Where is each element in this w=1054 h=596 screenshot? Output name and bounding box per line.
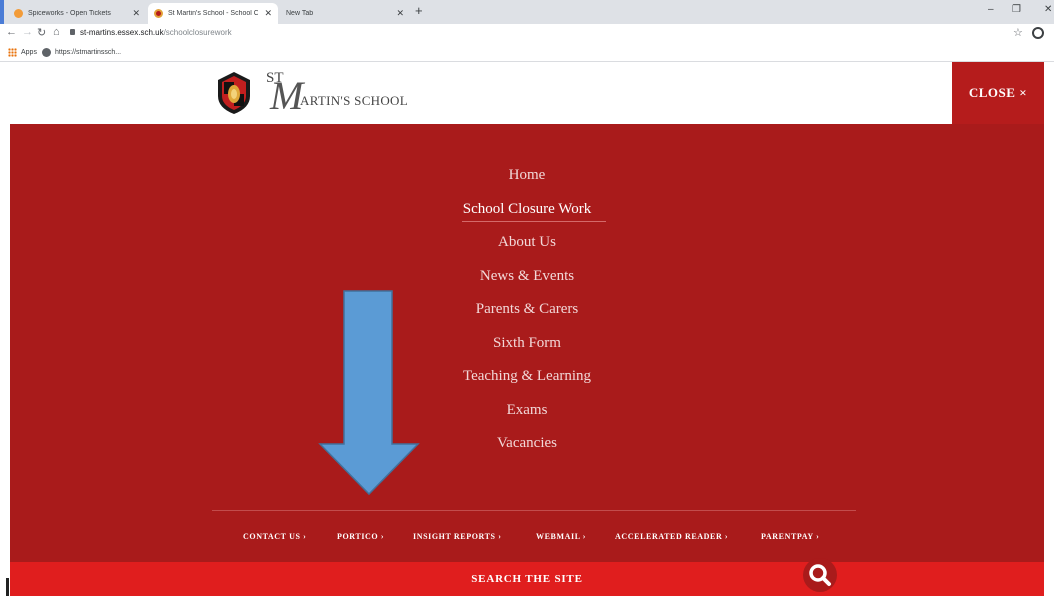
footer-link-contact-us[interactable]: CONTACT US › bbox=[243, 532, 306, 541]
minimize-button[interactable]: – bbox=[988, 4, 994, 15]
nav-menu-overlay: Home School Closure Work About Us News &… bbox=[10, 124, 1044, 562]
nav-item-home[interactable]: Home bbox=[10, 167, 1044, 184]
tab-strip-accent bbox=[0, 0, 4, 24]
edge-mark bbox=[6, 578, 9, 596]
restore-button[interactable]: ❐ bbox=[1012, 4, 1021, 15]
url-domain: st-martins.essex.sch.uk bbox=[80, 28, 164, 37]
bookmark-label: https://stmartinssch... bbox=[55, 49, 122, 56]
tab-title: St Martin's School - School Clos... bbox=[168, 10, 259, 17]
bookmarks-bar: Apps https://stmartinssch... bbox=[0, 44, 1054, 62]
lock-icon bbox=[70, 29, 75, 35]
bookmark-apps[interactable]: Apps bbox=[8, 48, 37, 57]
bookmark-label: Apps bbox=[21, 49, 37, 56]
new-tab-button[interactable]: + bbox=[415, 3, 423, 18]
apps-grid-icon bbox=[8, 48, 17, 57]
tab-title: New Tab bbox=[286, 10, 314, 17]
footer-link-accelerated-reader[interactable]: ACCELERATED READER › bbox=[615, 532, 728, 541]
forward-icon[interactable]: → bbox=[22, 26, 33, 38]
tab-spiceworks[interactable]: Spiceworks - Open Tickets ✕ bbox=[8, 3, 146, 24]
footer-link-webmail[interactable]: WEBMAIL › bbox=[536, 532, 586, 541]
school-crest-icon bbox=[154, 9, 163, 18]
spiceworks-icon bbox=[14, 9, 23, 18]
bookmark-star-icon[interactable]: ☆ bbox=[1013, 26, 1023, 39]
address-bar-row: ← → ↻ ⌂ st-martins.essex.sch.uk/schoolcl… bbox=[0, 24, 1054, 44]
search-icon[interactable] bbox=[803, 558, 837, 592]
left-page-edge bbox=[0, 62, 10, 596]
down-arrow-icon bbox=[318, 290, 420, 496]
nav-item-exams[interactable]: Exams bbox=[10, 402, 1044, 419]
nav-item-sixth-form[interactable]: Sixth Form bbox=[10, 335, 1044, 352]
close-tab-icon[interactable]: ✕ bbox=[396, 8, 404, 19]
search-label: SEARCH THE SITE bbox=[471, 573, 583, 585]
home-icon[interactable]: ⌂ bbox=[53, 26, 60, 38]
nav-item-news-events[interactable]: News & Events bbox=[10, 268, 1044, 285]
tab-title: Spiceworks - Open Tickets bbox=[28, 10, 111, 17]
close-tab-icon[interactable]: ✕ bbox=[264, 8, 272, 19]
close-menu-button[interactable]: CLOSE × bbox=[952, 62, 1044, 124]
nav-item-teaching-learning[interactable]: Teaching & Learning bbox=[10, 368, 1044, 385]
nav-item-parents-carers[interactable]: Parents & Carers bbox=[10, 301, 1044, 318]
url-field[interactable]: st-martins.essex.sch.uk/schoolclosurewor… bbox=[80, 28, 232, 37]
nav-item-vacancies[interactable]: Vacancies bbox=[10, 435, 1044, 452]
browser-tab-strip: Spiceworks - Open Tickets ✕ St Martin's … bbox=[0, 0, 1054, 24]
site-header: ST M ARTIN'S SCHOOL CLOSE × bbox=[10, 62, 1044, 124]
close-tab-icon[interactable]: ✕ bbox=[132, 8, 140, 19]
back-icon[interactable]: ← bbox=[6, 26, 17, 38]
school-crest-logo[interactable] bbox=[214, 70, 254, 116]
globe-icon bbox=[42, 48, 51, 57]
footer-link-portico[interactable]: PORTICO › bbox=[337, 532, 384, 541]
tab-new-tab[interactable]: New Tab ✕ bbox=[280, 3, 410, 24]
footer-divider bbox=[212, 510, 856, 511]
reload-icon[interactable]: ↻ bbox=[37, 26, 46, 39]
nav-item-about-us[interactable]: About Us bbox=[10, 234, 1044, 251]
footer-link-parentpay[interactable]: PARENTPAY › bbox=[761, 532, 819, 541]
logo-m: M bbox=[270, 73, 304, 118]
logo-rest: ARTIN'S SCHOOL bbox=[300, 93, 408, 108]
nav-item-school-closure-work[interactable]: School Closure Work bbox=[10, 201, 1044, 218]
active-underline bbox=[462, 221, 606, 222]
url-path: /schoolclosurework bbox=[163, 28, 232, 37]
bookmark-stmartins[interactable]: https://stmartinssch... bbox=[42, 48, 121, 57]
account-icon[interactable] bbox=[1032, 27, 1044, 39]
footer-link-insight-reports[interactable]: INSIGHT REPORTS › bbox=[413, 532, 501, 541]
tab-st-martins[interactable]: St Martin's School - School Clos... ✕ bbox=[148, 3, 278, 24]
site-search-bar[interactable]: SEARCH THE SITE bbox=[10, 558, 1044, 596]
close-window-button[interactable]: ✕ bbox=[1044, 4, 1052, 15]
